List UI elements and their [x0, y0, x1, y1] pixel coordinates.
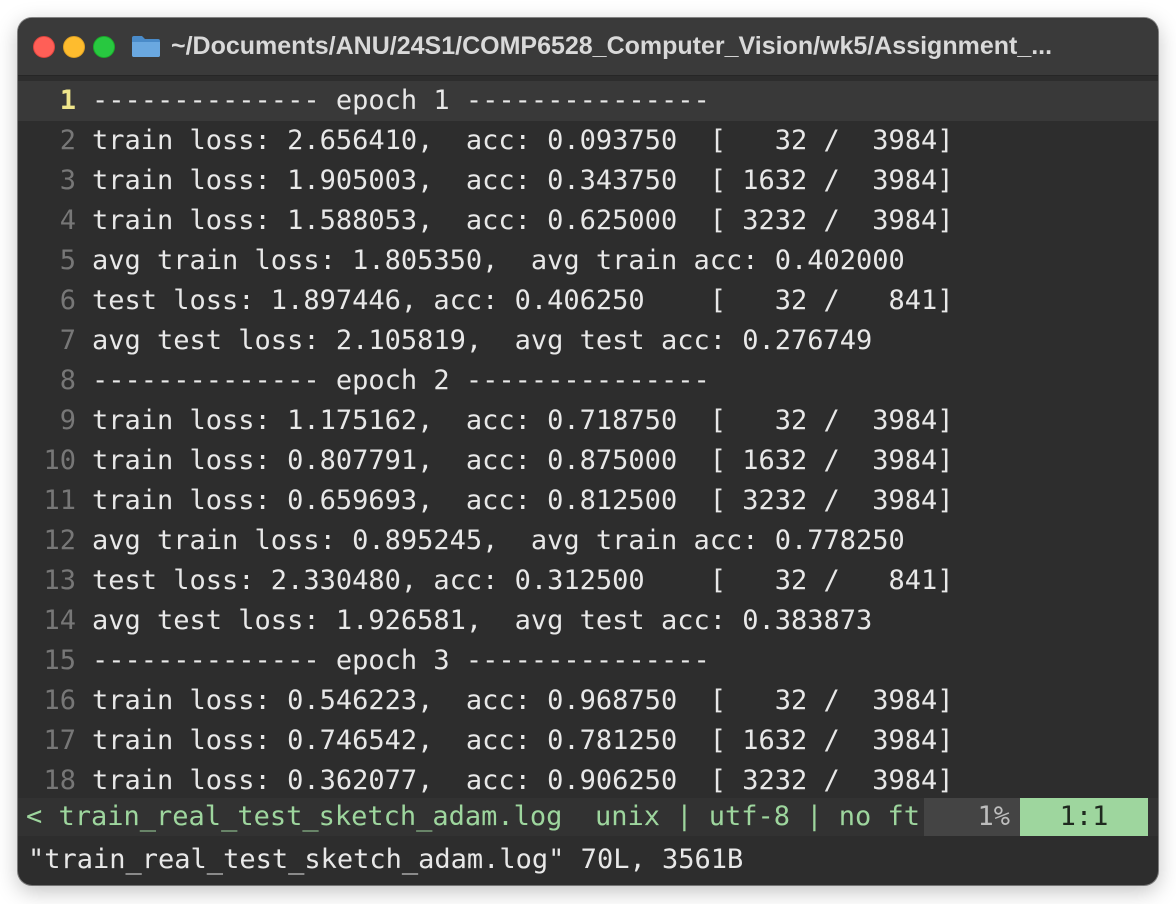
line-number: 3 [59, 165, 76, 196]
line-number: 10 [43, 445, 76, 476]
editor-line[interactable]: 12 avg train loss: 0.895245, avg train ac… [18, 521, 1158, 561]
editor-line[interactable]: 10 train loss: 0.807791, acc: 0.875000 [ … [18, 441, 1158, 481]
editor-line[interactable]: 16 train loss: 0.546223, acc: 0.968750 [ … [18, 681, 1158, 721]
line-number: 18 [43, 765, 76, 796]
command-line[interactable]: "train_real_test_sketch_adam.log" 70L, 3… [28, 840, 743, 880]
line-number: 9 [59, 405, 76, 436]
line-text: train loss: 1.588053, acc: 0.625000 [ 32… [92, 205, 954, 236]
line-number: 1 [59, 85, 76, 116]
line-text: test loss: 1.897446, acc: 0.406250 [ 32 … [92, 285, 954, 316]
line-number: 16 [43, 685, 76, 716]
editor-line[interactable]: 15 -------------- epoch 3 --------------- [18, 641, 1158, 681]
line-number: 11 [43, 485, 76, 516]
editor-line[interactable]: 1 -------------- epoch 1 --------------- [18, 81, 1158, 121]
editor-line[interactable]: 7 avg test loss: 2.105819, avg test acc: … [18, 321, 1158, 361]
editor-line[interactable]: 2 train loss: 2.656410, acc: 0.093750 [ 3… [18, 121, 1158, 161]
line-text: avg test loss: 2.105819, avg test acc: 0… [92, 325, 873, 356]
editor-line[interactable]: 14 avg test loss: 1.926581, avg test acc:… [18, 601, 1158, 641]
line-number: 17 [43, 725, 76, 756]
line-text: train loss: 1.175162, acc: 0.718750 [ 32… [92, 405, 954, 436]
line-number: 13 [43, 565, 76, 596]
status-cursor-position: 1:1 [1020, 798, 1148, 836]
editor-line[interactable]: 13 test loss: 2.330480, acc: 0.312500 [ 3… [18, 561, 1158, 601]
line-text: test loss: 2.330480, acc: 0.312500 [ 32 … [92, 565, 954, 596]
line-text: train loss: 0.362077, acc: 0.906250 [ 32… [92, 765, 954, 796]
editor-line[interactable]: 3 train loss: 1.905003, acc: 0.343750 [ 1… [18, 161, 1158, 201]
line-number: 4 [59, 205, 76, 236]
line-number: 8 [59, 365, 76, 396]
close-button[interactable] [33, 36, 55, 58]
line-text: avg train loss: 0.895245, avg train acc:… [92, 525, 905, 556]
editor-line[interactable]: 11 train loss: 0.659693, acc: 0.812500 [ … [18, 481, 1158, 521]
line-number: 15 [43, 645, 76, 676]
line-text: train loss: 2.656410, acc: 0.093750 [ 32… [92, 125, 954, 156]
status-line: < train_real_test_sketch_adam.log unix |… [18, 798, 1158, 836]
line-text: train loss: 0.546223, acc: 0.968750 [ 32… [92, 685, 954, 716]
folder-icon [132, 36, 160, 57]
line-text: train loss: 0.807791, acc: 0.875000 [ 16… [92, 445, 954, 476]
line-number: 5 [59, 245, 76, 276]
line-number: 2 [59, 125, 76, 156]
line-text: -------------- epoch 3 --------------- [92, 645, 710, 676]
line-number: 12 [43, 525, 76, 556]
terminal-window: ~/Documents/ANU/24S1/COMP6528_Computer_V… [18, 18, 1158, 885]
editor-buffer[interactable]: 1 -------------- epoch 1 --------------- 2… [18, 77, 1158, 796]
line-number: 7 [59, 325, 76, 356]
window-title: ~/Documents/ANU/24S1/COMP6528_Computer_V… [171, 32, 1053, 60]
zoom-button[interactable] [93, 36, 115, 58]
status-percent: 1% [924, 798, 1020, 836]
title-bar[interactable]: ~/Documents/ANU/24S1/COMP6528_Computer_V… [18, 18, 1158, 76]
editor-line[interactable]: 17 train loss: 0.746542, acc: 0.781250 [ … [18, 721, 1158, 761]
line-text: train loss: 1.905003, acc: 0.343750 [ 16… [92, 165, 954, 196]
line-number: 6 [59, 285, 76, 316]
line-text: train loss: 0.659693, acc: 0.812500 [ 32… [92, 485, 954, 516]
editor-line[interactable]: 18 train loss: 0.362077, acc: 0.906250 [ … [18, 761, 1158, 801]
editor-line[interactable]: 8 -------------- epoch 2 --------------- [18, 361, 1158, 401]
editor-line[interactable]: 6 test loss: 1.897446, acc: 0.406250 [ 32… [18, 281, 1158, 321]
line-number: 14 [43, 605, 76, 636]
editor-line[interactable]: 9 train loss: 1.175162, acc: 0.718750 [ 3… [18, 401, 1158, 441]
status-file-info: < train_real_test_sketch_adam.log unix |… [26, 801, 921, 832]
line-text: -------------- epoch 1 --------------- [92, 85, 710, 116]
editor-line[interactable]: 5 avg train loss: 1.805350, avg train acc… [18, 241, 1158, 281]
line-text: avg test loss: 1.926581, avg test acc: 0… [92, 605, 873, 636]
line-text: -------------- epoch 2 --------------- [92, 365, 710, 396]
line-text: train loss: 0.746542, acc: 0.781250 [ 16… [92, 725, 954, 756]
line-text: avg train loss: 1.805350, avg train acc:… [92, 245, 905, 276]
minimize-button[interactable] [63, 36, 85, 58]
editor-line[interactable]: 4 train loss: 1.588053, acc: 0.625000 [ 3… [18, 201, 1158, 241]
